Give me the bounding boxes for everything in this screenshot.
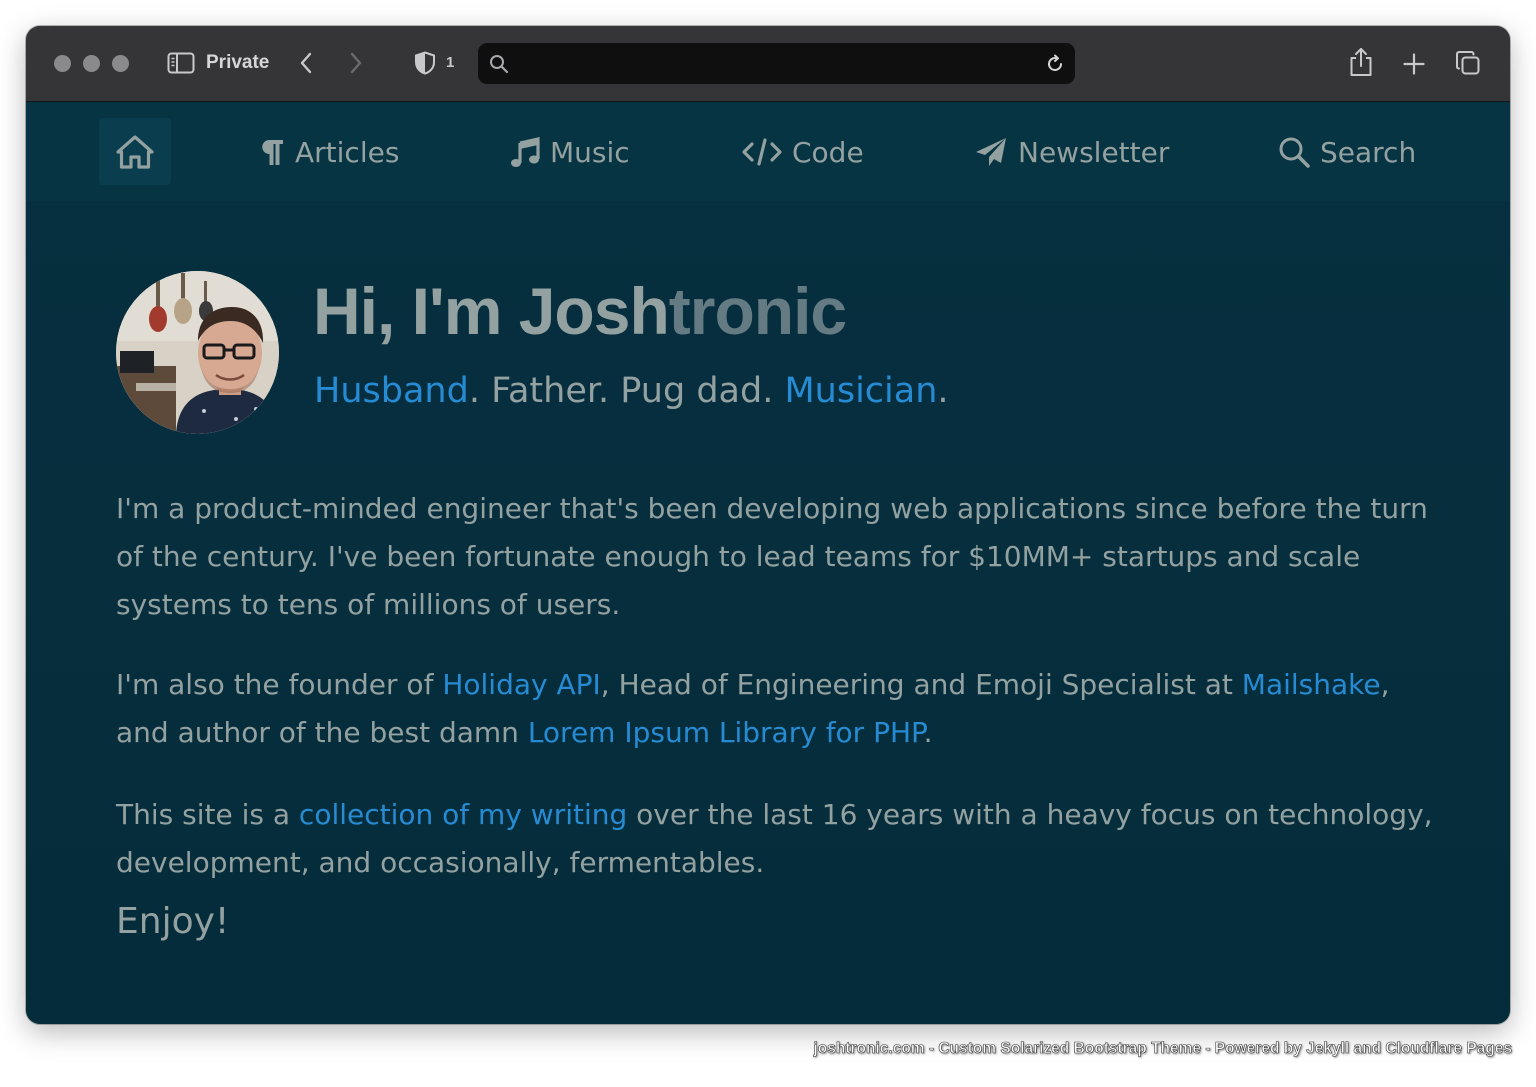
reload-icon[interactable] bbox=[1044, 53, 1066, 75]
tagline-text: . Father. Pug dad. bbox=[468, 371, 785, 411]
site-navigation: Articles Music Code Newsletter Search bbox=[26, 102, 1510, 201]
husband-link[interactable]: Husband bbox=[314, 371, 469, 411]
browser-window: Private 1 Articles Music Code Newsletter… bbox=[26, 26, 1510, 1024]
lorem-ipsum-library-link[interactable]: Lorem Ipsum Library for PHP bbox=[528, 716, 924, 749]
nav-home-button[interactable] bbox=[99, 118, 171, 185]
back-icon[interactable] bbox=[296, 50, 316, 76]
nav-item-music[interactable]: Music bbox=[510, 130, 630, 174]
music-note-icon bbox=[510, 136, 540, 168]
tracker-count: 1 bbox=[446, 54, 455, 71]
paper-plane-icon bbox=[974, 136, 1008, 168]
main-content: Hi, I'm Joshtronic Husband. Father. Pug … bbox=[26, 201, 1510, 1024]
site-text-1: This site is a bbox=[116, 798, 299, 831]
mailshake-link[interactable]: Mailshake bbox=[1242, 668, 1381, 701]
tagline: Husband. Father. Pug dad. Musician. bbox=[314, 371, 949, 411]
footer-caption: joshtronic.com - Custom Solarized Bootst… bbox=[813, 1040, 1512, 1058]
nav-item-code[interactable]: Code bbox=[742, 130, 864, 174]
enjoy-text: Enjoy! bbox=[116, 901, 230, 942]
avatar bbox=[116, 271, 279, 434]
nav-item-search[interactable]: Search bbox=[1278, 130, 1416, 174]
nav-label-search: Search bbox=[1320, 135, 1417, 169]
search-icon bbox=[488, 53, 510, 75]
founder-text-2: , Head of Engineering and Emoji Speciali… bbox=[600, 668, 1242, 701]
title-dim: tronic bbox=[668, 274, 847, 348]
nav-label-music: Music bbox=[550, 135, 630, 169]
nav-item-articles[interactable]: Articles bbox=[259, 130, 399, 174]
close-window-button[interactable] bbox=[54, 55, 71, 72]
nav-item-newsletter[interactable]: Newsletter bbox=[974, 130, 1169, 174]
private-label: Private bbox=[206, 52, 270, 73]
nav-label-articles: Articles bbox=[295, 135, 400, 169]
tabs-overview-icon[interactable] bbox=[1454, 49, 1482, 77]
shield-icon[interactable] bbox=[413, 50, 437, 76]
new-tab-icon[interactable] bbox=[1401, 51, 1427, 77]
musician-link[interactable]: Musician bbox=[784, 371, 937, 411]
zoom-window-button[interactable] bbox=[112, 55, 129, 72]
home-icon bbox=[116, 134, 154, 169]
browser-toolbar: Private 1 bbox=[26, 26, 1510, 102]
intro-paragraph: I'm a product-minded engineer that's bee… bbox=[116, 492, 1428, 621]
tagline-end: . bbox=[937, 371, 949, 411]
page-title: Hi, I'm Joshtronic bbox=[313, 273, 847, 349]
pilcrow-icon bbox=[259, 137, 285, 167]
address-bar[interactable] bbox=[478, 43, 1075, 84]
forward-icon[interactable] bbox=[346, 50, 366, 76]
site-paragraph: This site is a collection of my writing … bbox=[116, 791, 1436, 887]
title-bright: Hi, I'm Josh bbox=[313, 274, 670, 348]
writing-collection-link[interactable]: collection of my writing bbox=[299, 798, 627, 831]
code-icon bbox=[742, 137, 782, 167]
minimize-window-button[interactable] bbox=[83, 55, 100, 72]
share-icon[interactable] bbox=[1348, 46, 1374, 78]
holiday-api-link[interactable]: Holiday API bbox=[442, 668, 600, 701]
address-input[interactable] bbox=[516, 49, 1030, 79]
founder-text-1: I'm also the founder of bbox=[116, 668, 443, 701]
sidebar-icon[interactable] bbox=[167, 51, 195, 75]
search-icon bbox=[1278, 136, 1310, 168]
founder-text-4: . bbox=[923, 716, 933, 749]
nav-label-code: Code bbox=[792, 135, 864, 169]
nav-label-newsletter: Newsletter bbox=[1018, 135, 1170, 169]
founder-paragraph: I'm also the founder of Holiday API, Hea… bbox=[116, 661, 1436, 757]
